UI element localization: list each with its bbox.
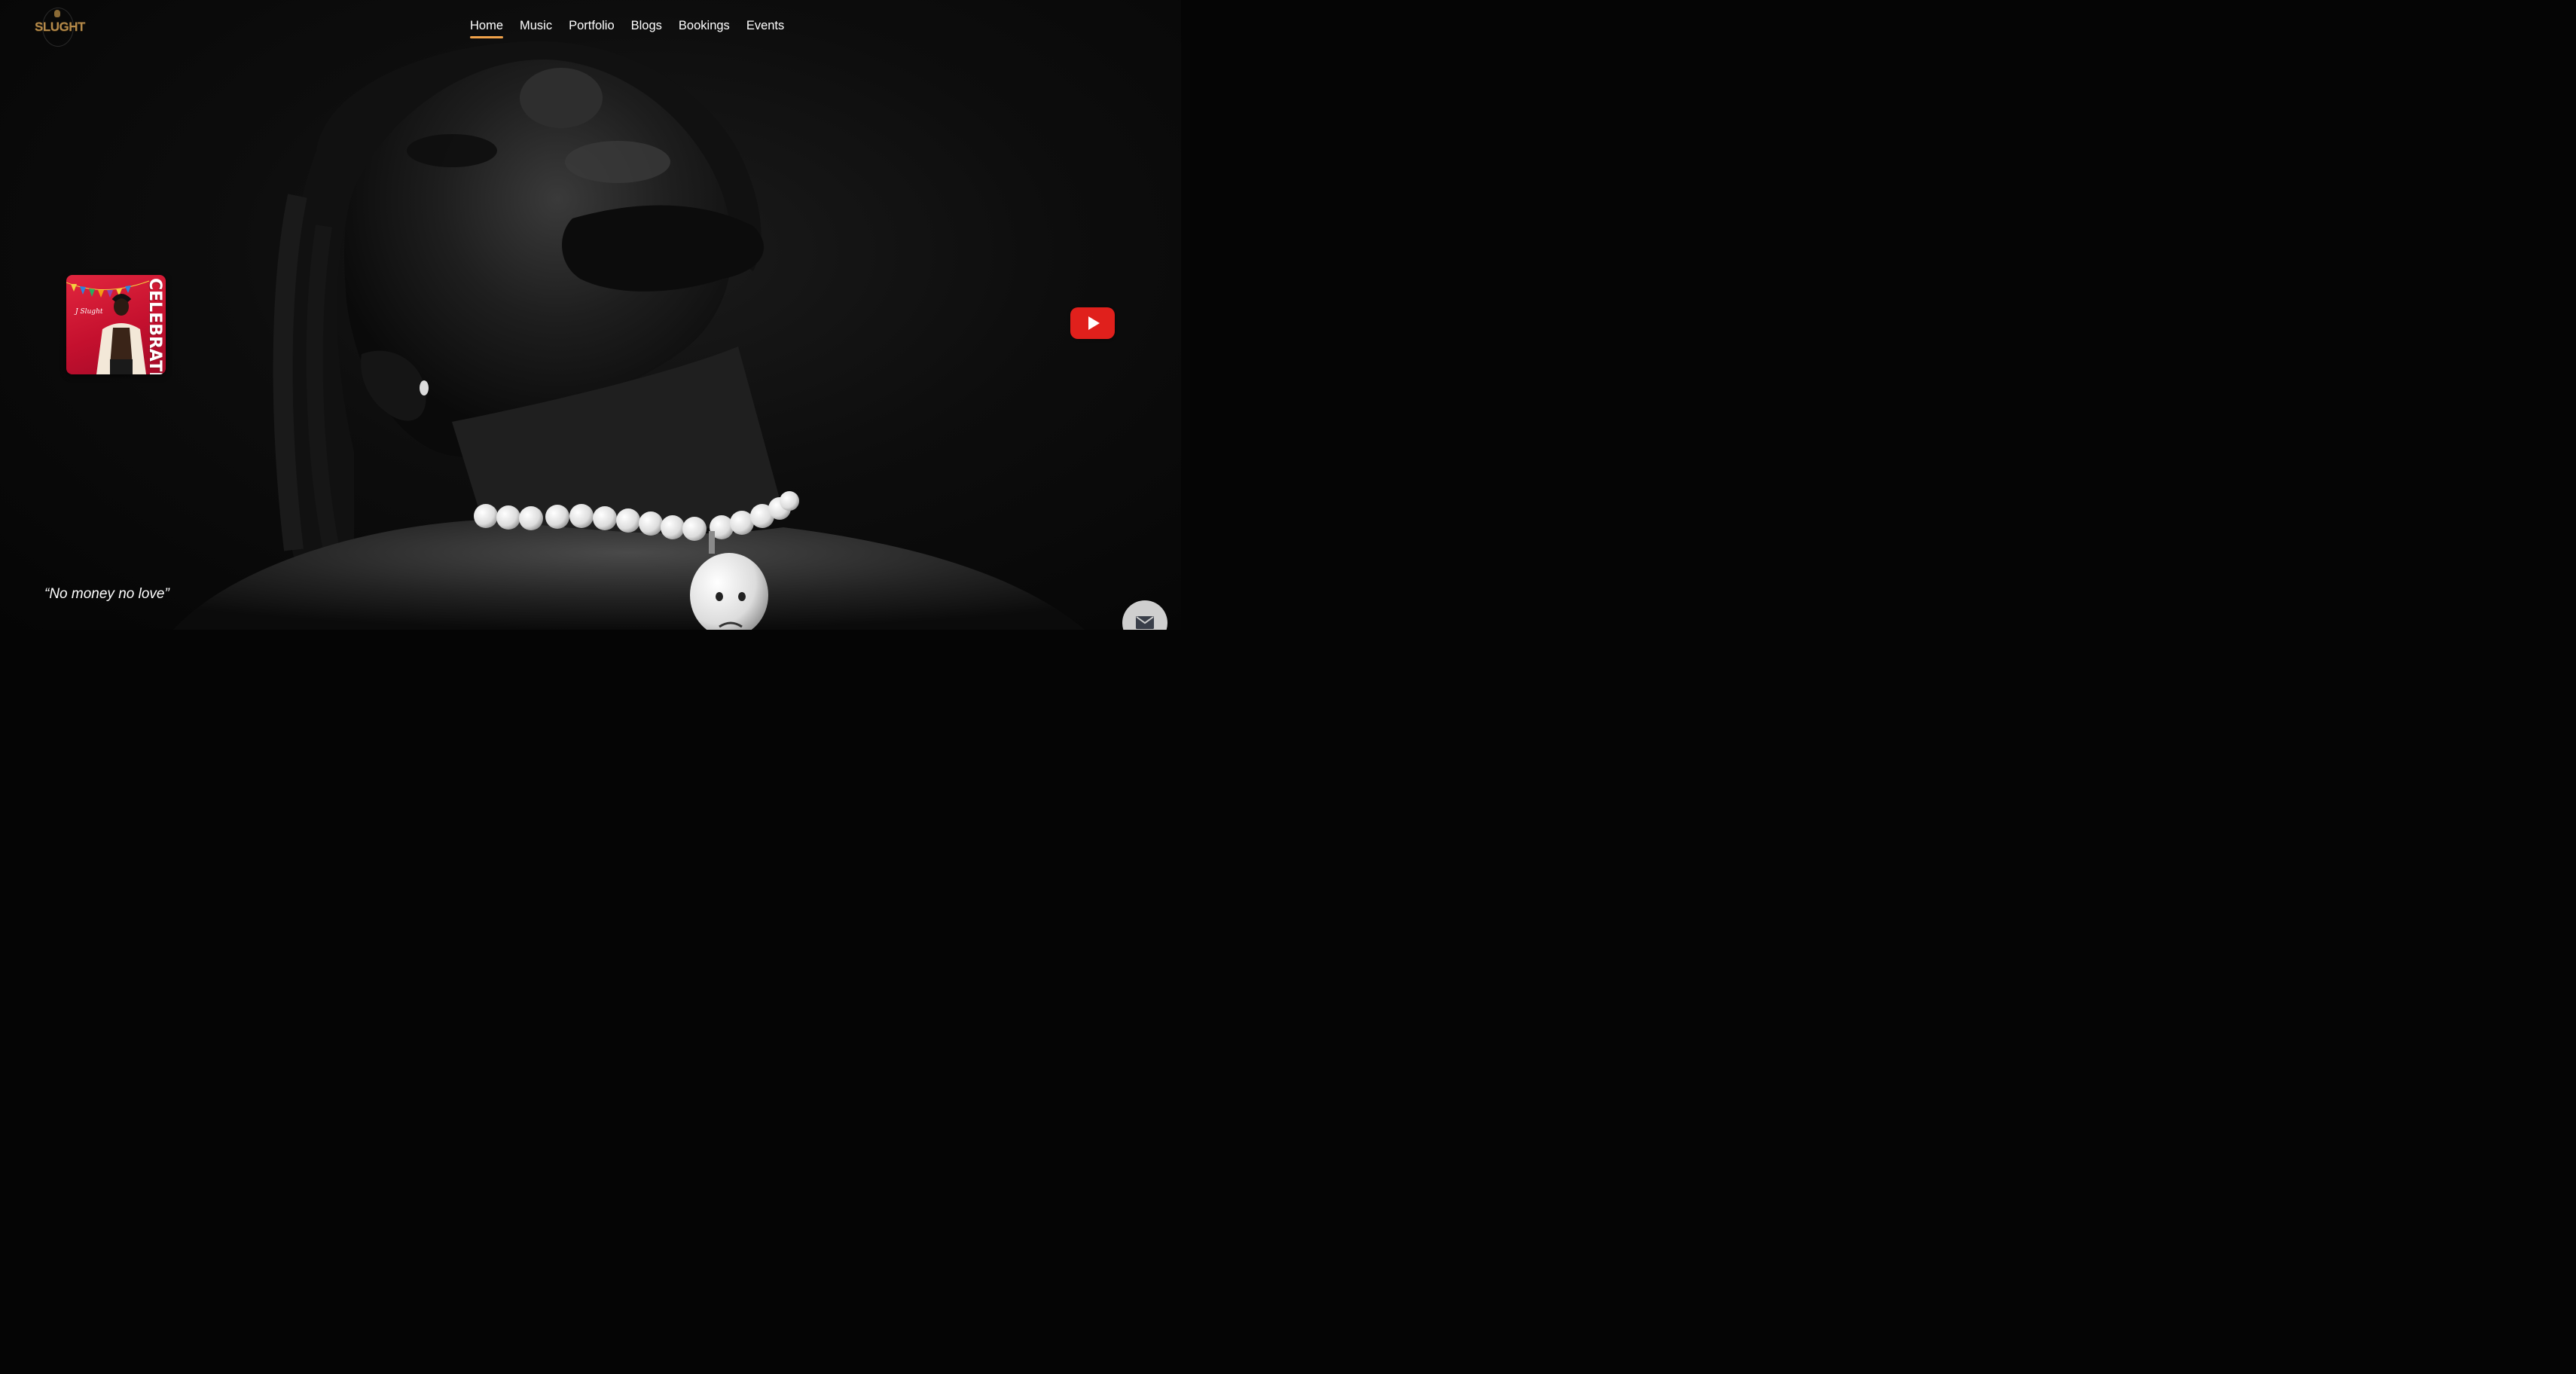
nav-link-bookings[interactable]: Bookings (679, 19, 730, 38)
nav-link-portfolio[interactable]: Portfolio (569, 19, 615, 38)
youtube-button[interactable] (1070, 307, 1115, 339)
hero-quote: “No money no love” (44, 586, 169, 602)
album-cover-card[interactable]: J Slught CELEBRATE (66, 275, 166, 374)
mail-icon (1136, 616, 1154, 629)
main-nav: Home Music Portfolio Blogs Bookings Even… (470, 19, 784, 38)
hero-page: SLUGHT Home Music Portfolio Blogs Bookin… (0, 0, 1181, 630)
brand-logo[interactable]: SLUGHT (33, 8, 85, 47)
nav-link-blogs[interactable]: Blogs (631, 19, 662, 38)
logo-text: SLUGHT (35, 20, 85, 34)
hero-portrait-image (173, 41, 1085, 630)
microphone-icon (54, 10, 60, 17)
nav-link-events[interactable]: Events (746, 19, 784, 38)
nav-link-music[interactable]: Music (520, 19, 552, 38)
album-title: CELEBRATE (145, 278, 164, 374)
youtube-play-icon (1088, 316, 1100, 330)
album-artist-signature: J Slught (75, 308, 103, 316)
nav-link-home[interactable]: Home (470, 19, 504, 38)
